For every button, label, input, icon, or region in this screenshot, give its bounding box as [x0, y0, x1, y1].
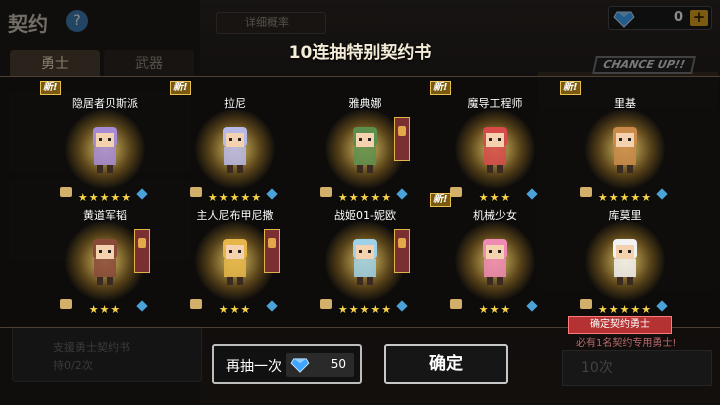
- hero-stars: ★★★★★: [337, 191, 393, 204]
- hero-card[interactable]: 新! 拉尼 ★★★★★: [170, 81, 300, 215]
- exclusive-weapon-flag: [394, 229, 410, 273]
- hero-stars: ★★★: [218, 303, 252, 316]
- hero-sprite: [214, 235, 256, 287]
- hero-stars: ★★★: [478, 303, 512, 316]
- draw-again-button[interactable]: 再抽一次 50: [212, 344, 362, 384]
- confirm-contract-ribbon: 确定契约勇士: [568, 316, 672, 334]
- hero-card[interactable]: 雅典娜 ★★★★★: [300, 95, 430, 215]
- hero-card[interactable]: 新! 里基 ★★★★★: [560, 81, 690, 215]
- hero-card[interactable]: 新! 机械少女 ★★★: [430, 193, 560, 327]
- new-badge: 新!: [40, 81, 61, 95]
- new-badge: 新!: [170, 81, 191, 95]
- hero-card[interactable]: 新! 隐居者贝斯派 ★★★★★: [40, 81, 170, 215]
- hero-sprite: [84, 235, 126, 287]
- new-badge: 新!: [430, 81, 451, 95]
- hero-stars: ★★★★★: [337, 303, 393, 316]
- confirm-button[interactable]: 确定: [384, 344, 508, 384]
- hero-sprite: [604, 235, 646, 287]
- hero-sprite: [604, 123, 646, 175]
- hero-card[interactable]: 库莫里 ★★★★★: [560, 207, 690, 327]
- panel-title: 10连抽特别契约书: [288, 43, 432, 63]
- hero-sprite: [344, 123, 386, 175]
- hero-sprite: [344, 235, 386, 287]
- exclusive-weapon-flag: [264, 229, 280, 273]
- hero-card[interactable]: 主人尼布甲尼撒 ★★★: [170, 207, 300, 327]
- new-badge: 新!: [430, 193, 451, 207]
- diamond-icon: [290, 357, 310, 377]
- draw-again-cost-value: 50: [330, 357, 346, 371]
- hero-stars: ★★★★★: [597, 303, 653, 316]
- guarantee-text: 必有1名契约专用勇士!: [576, 338, 677, 349]
- hero-sprite: [474, 123, 516, 175]
- hero-sprite: [84, 123, 126, 175]
- hero-card[interactable]: 黄道军韬 ★★★: [40, 207, 170, 327]
- hero-sprite: [474, 235, 516, 287]
- result-panel: 新! 隐居者贝斯派 ★★★★★ 新! 拉尼 ★★★★★ 雅典娜 ★★★★★ 新! 魔导工程师 ★★★…: [0, 76, 720, 328]
- hero-stars: ★★★★★: [597, 191, 653, 204]
- draw-again-cost: 50: [286, 353, 354, 377]
- exclusive-weapon-flag: [134, 229, 150, 273]
- new-badge: 新!: [560, 81, 581, 95]
- hero-card[interactable]: 战姬01-妮欧 ★★★★★: [300, 207, 430, 327]
- exclusive-weapon-flag: [394, 117, 410, 161]
- hero-sprite: [214, 123, 256, 175]
- draw-again-label: 再抽一次: [226, 359, 282, 375]
- hero-stars: ★★★: [88, 303, 122, 316]
- hero-stars: ★★★★★: [207, 191, 263, 204]
- hero-stars: ★★★★★: [77, 191, 133, 204]
